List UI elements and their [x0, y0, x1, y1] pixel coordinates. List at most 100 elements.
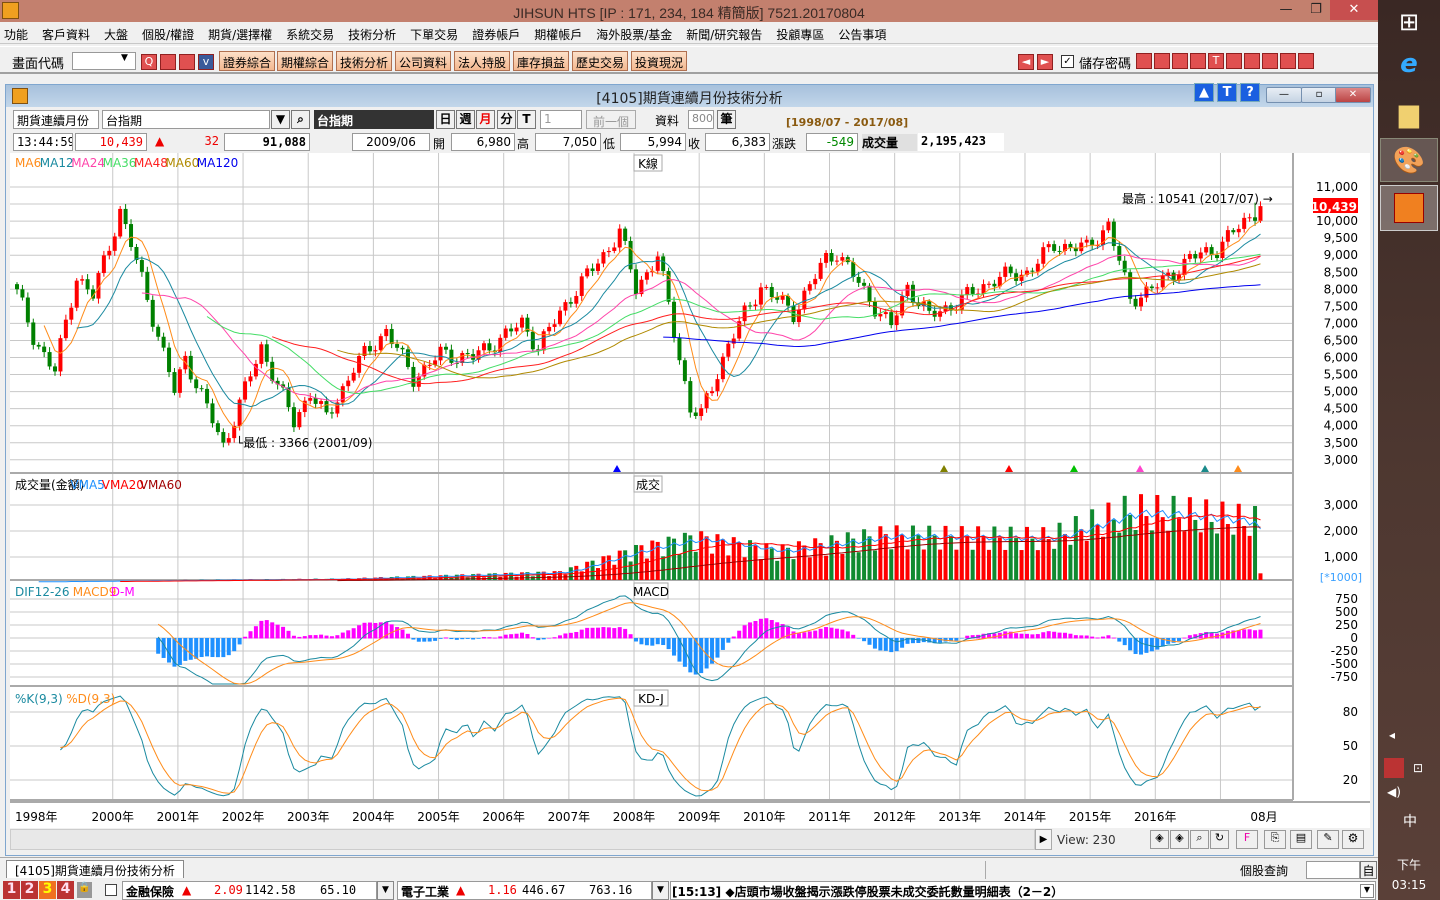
chart-scrollbar[interactable] [10, 829, 1035, 850]
candle [574, 290, 579, 308]
menu-item[interactable]: 證券帳戶 [465, 22, 527, 43]
inner-minimize-button[interactable]: — [1266, 87, 1302, 103]
macd-bar [351, 628, 356, 639]
period-month-button[interactable]: 月 [476, 110, 495, 129]
clock[interactable]: 下午 03:15 [1378, 855, 1440, 892]
exit-icon[interactable] [1190, 53, 1206, 69]
volume-bar [1003, 549, 1008, 580]
ticker-1-dropdown[interactable]: ▼ [377, 881, 394, 900]
menu-item[interactable]: 下單交易 [403, 22, 465, 43]
menu-item[interactable]: 功能 [0, 22, 35, 43]
menu-item[interactable]: 大盤 [97, 22, 135, 43]
notes-icon[interactable] [179, 54, 195, 70]
security-icon[interactable] [1384, 758, 1404, 778]
inner-restore-button[interactable]: ▫ [1301, 87, 1337, 103]
menu-item[interactable]: 投顧專區 [769, 22, 831, 43]
printer-icon[interactable] [1280, 53, 1296, 69]
contract-type-select[interactable]: 期貨連續月份 [13, 110, 99, 129]
folder-icon[interactable] [160, 54, 176, 70]
period-week-button[interactable]: 週 [456, 110, 475, 129]
paint-icon[interactable]: 🎨 [1380, 138, 1438, 182]
menu-item[interactable]: 個股/權證 [135, 22, 201, 43]
screen-1-button[interactable]: 1 [3, 881, 20, 899]
period-tick-button[interactable]: T [517, 110, 536, 129]
tray-expand-icon[interactable]: ◂ [1382, 725, 1402, 745]
stock-query-button[interactable]: 自 [1360, 861, 1377, 879]
menu-item[interactable]: 新聞/研究報告 [679, 22, 769, 43]
minimize-button[interactable]: — [1270, 0, 1302, 20]
formula-icon[interactable]: F [1236, 830, 1258, 849]
volume-icon[interactable]: ◀) [1384, 782, 1404, 802]
technical-analysis-button[interactable]: 技術分析 [336, 51, 393, 71]
zoom-out-icon[interactable]: ◈ [1170, 830, 1189, 849]
menu-item[interactable]: 海外股票/基金 [589, 22, 679, 43]
inner-close-button[interactable]: ✕ [1335, 87, 1371, 103]
securities-overview-button[interactable]: 證券綜合 [219, 51, 276, 71]
symbol-input[interactable]: 台指期 [102, 110, 270, 129]
ticker-2-dropdown[interactable]: ▼ [652, 881, 669, 900]
technical-chart[interactable]: 最高 : 10541 (2017/07) → └最低 : 3366 (2001/0… [10, 153, 1370, 828]
data-unit-button[interactable]: 筆 [717, 110, 736, 129]
screen-2-button[interactable]: 2 [21, 881, 38, 899]
restore-button[interactable]: ❐ [1300, 0, 1332, 20]
menu-item[interactable]: 客戶資料 [35, 22, 97, 43]
options-overview-button[interactable]: 期權綜合 [277, 51, 334, 71]
jihsun-app-icon[interactable] [1380, 185, 1438, 231]
prev-button[interactable]: 前一個 [586, 110, 636, 129]
menu-item[interactable]: 技術分析 [341, 22, 403, 43]
zoom-in-icon[interactable]: ◈ [1150, 830, 1169, 849]
arrow-right-icon[interactable]: ► [1037, 54, 1053, 70]
period-minute-button[interactable]: 分 [497, 110, 516, 129]
news-dropdown[interactable]: ▼ [1360, 884, 1374, 898]
up-button[interactable]: ▲ [1194, 83, 1214, 102]
wrench-icon[interactable] [1262, 53, 1278, 69]
text-button[interactable]: T [1217, 83, 1237, 102]
scroll-right-button[interactable]: ▶ [1035, 829, 1052, 850]
network-icon[interactable]: ⊡ [1408, 758, 1428, 778]
save-password-checkbox[interactable]: ✓ [1061, 55, 1074, 68]
checklist-icon[interactable] [1226, 53, 1242, 69]
help-button[interactable]: ? [1240, 83, 1260, 102]
investment-status-button[interactable]: 投資現況 [631, 51, 688, 71]
news-text[interactable]: [15:13] ◆店頭市場收盤揭示漲跌停股票未成交委託數量明細表（2－2） [672, 883, 1063, 900]
internet-explorer-icon[interactable]: e [1380, 42, 1438, 86]
search-icon[interactable]: Q [141, 54, 157, 70]
ime-indicator[interactable]: 中 [1400, 812, 1420, 832]
tab-tech-analysis[interactable]: [4105]期貨連續月份技術分析 [6, 860, 184, 878]
close-button[interactable]: ✕ [1330, 0, 1378, 20]
menu-item[interactable]: 系統交易 [279, 22, 341, 43]
stock-query-input[interactable] [1306, 861, 1360, 879]
copy-icon[interactable]: ⎘ [1264, 830, 1286, 849]
text-icon[interactable]: T [1208, 53, 1224, 69]
settings-gear-icon[interactable]: ⚙ [1342, 830, 1364, 849]
lock-icon[interactable]: 🔒 [77, 882, 92, 898]
layout-icon[interactable]: ▤ [1290, 830, 1312, 849]
history-trades-button[interactable]: 歷史交易 [572, 51, 629, 71]
save-icon[interactable] [1172, 53, 1188, 69]
data-count-input[interactable]: 800 [688, 110, 714, 129]
inventory-pnl-button[interactable]: 庫存損益 [513, 51, 570, 71]
pen-icon[interactable] [1136, 53, 1152, 69]
window-layout-icon[interactable] [1298, 53, 1314, 69]
magnifier-icon[interactable]: ⌕ [1190, 830, 1209, 849]
screen-4-button[interactable]: 4 [57, 881, 74, 899]
excel-icon[interactable] [1154, 53, 1170, 69]
menu-item[interactable]: 期權帳戶 [527, 22, 589, 43]
symbol-dropdown-button[interactable]: ▼ [271, 110, 290, 129]
screen-3-button[interactable]: 3 [39, 881, 56, 899]
dropdown-icon[interactable]: v [198, 54, 214, 70]
arrow-left-icon[interactable]: ◄ [1018, 54, 1034, 70]
draw-icon[interactable]: ✎ [1317, 830, 1339, 849]
menu-item[interactable]: 期貨/選擇權 [201, 22, 279, 43]
multiplier-select[interactable]: 1 [540, 110, 582, 129]
institutional-holdings-button[interactable]: 法人持股 [454, 51, 511, 71]
menu-item[interactable]: 公告事項 [831, 22, 893, 43]
company-info-button[interactable]: 公司資料 [395, 51, 452, 71]
file-explorer-icon[interactable]: ▆ [1380, 92, 1438, 136]
ticker-checkbox[interactable] [105, 884, 117, 896]
chat-icon[interactable] [1244, 53, 1260, 69]
windows-start-icon[interactable]: ⊞ [1380, 0, 1438, 44]
period-day-button[interactable]: 日 [436, 110, 455, 129]
refresh-icon[interactable]: ↻ [1210, 830, 1229, 849]
search-button[interactable]: ⌕ [291, 110, 310, 129]
